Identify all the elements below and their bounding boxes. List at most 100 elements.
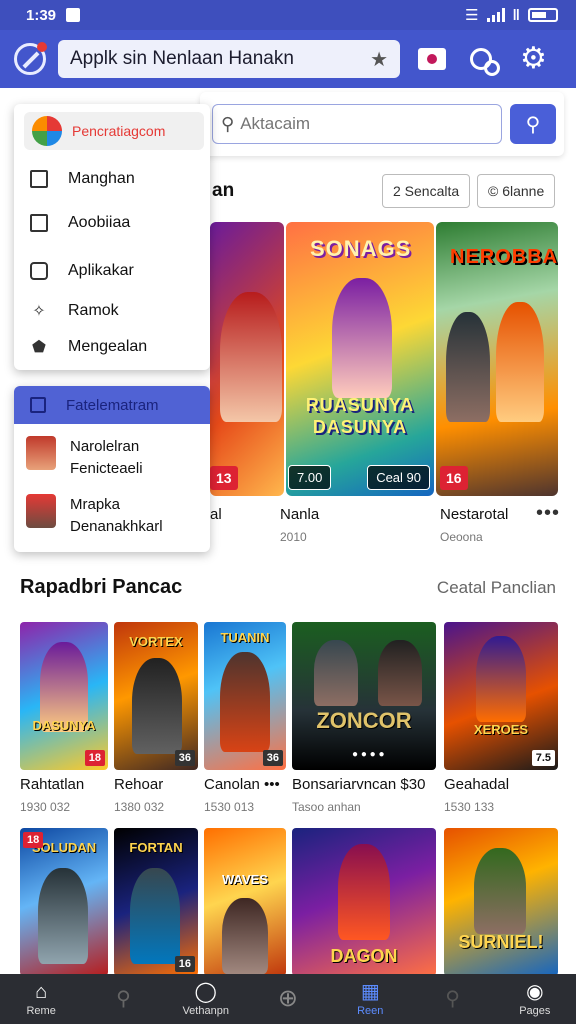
menu-header[interactable]: Pencratiagcom [24, 112, 204, 150]
nav-label: Vethanpn [182, 1005, 229, 1017]
menu-item-label: Aplikakar [68, 262, 134, 279]
banner-character [332, 278, 392, 398]
flag-icon[interactable] [418, 48, 446, 70]
menu2-item-1[interactable]: Narolelran Fenicteaeli [26, 436, 143, 480]
featured-banner-1[interactable]: 13 [210, 222, 284, 496]
title-field[interactable]: Applk sin Nenlaan Hanakn ★ [58, 40, 400, 78]
edit-icon [28, 168, 50, 190]
menu2-item-line1: Narolelran [70, 438, 140, 455]
menu-item-aoobiiaa[interactable]: Aoobiiaa [28, 212, 130, 234]
tile-art-title: DASUNYA [32, 718, 96, 733]
filter-chip-2[interactable]: © 6lanne [477, 174, 556, 208]
game-tile[interactable]: XEROES 7.5 [444, 622, 558, 770]
menu2-item-2[interactable]: Mrapka Denanakhkarl [26, 494, 163, 538]
nav-search[interactable]: ⚲ [83, 988, 163, 1010]
avatar [26, 436, 56, 470]
nav-apps[interactable]: ▦ Reen [330, 981, 410, 1017]
game-tile[interactable]: TUANIN 36 [204, 622, 286, 770]
star-icon[interactable]: ★ [370, 47, 388, 72]
signal-icon [486, 8, 505, 22]
featured-name-2[interactable]: Nanla [280, 506, 319, 523]
tile-name[interactable]: Geahadal [444, 776, 509, 793]
banner-title: NEROBBA [450, 246, 558, 268]
folder-icon [30, 397, 46, 413]
tile-sub: 1530 013 [204, 800, 255, 814]
status-time: 1:39 [26, 6, 57, 24]
nav-label: Reme [26, 1005, 56, 1017]
search-box[interactable]: ⚲ [212, 104, 502, 144]
home-icon: ⌂ [35, 981, 48, 1003]
nav-pages[interactable]: ◉ Pages [495, 981, 575, 1017]
tile-name[interactable]: Rehoar [114, 776, 163, 793]
featured-section-label: an [212, 180, 235, 201]
nav-search-2[interactable]: ⚲ [413, 988, 493, 1010]
status-bar: 1:39 ☰ ‖ [0, 0, 576, 30]
filter-chip-1[interactable]: 2 Sencalta [382, 174, 471, 208]
tile-art-title: VORTEX [129, 634, 183, 649]
tile-sub: 1380 032 [114, 800, 165, 814]
tile-badge: 18 [23, 832, 44, 848]
search-icon: ⚲ [445, 988, 460, 1010]
user-link-icon[interactable] [468, 44, 500, 76]
banner-rating: 7.00 [288, 465, 332, 490]
search-button[interactable]: ⚲ [510, 104, 556, 144]
nav-profile-person[interactable]: ◯ Vethanpn [166, 981, 246, 1017]
battery-icon [528, 8, 558, 22]
game-tile[interactable]: VORTEX 36 [114, 622, 198, 770]
menu-item-ramok[interactable]: ✧ Ramok [28, 300, 119, 322]
game-tile[interactable]: FORTAN 16 [114, 828, 198, 976]
tile-name[interactable]: Canolan ••• [204, 776, 280, 793]
menu-header-label: Pencratiagcom [72, 123, 166, 139]
brand-logo-icon [32, 116, 62, 146]
menu-item-mengealan[interactable]: ⬟ Mengealan [28, 336, 147, 358]
game-tile[interactable]: ZONCOR ● ● ● ● [292, 622, 436, 770]
game-tile[interactable]: SOLUDAN 18 [20, 828, 108, 976]
nav-add[interactable]: ⊕ [248, 985, 328, 1012]
avatar [26, 494, 56, 528]
game-tile[interactable]: DAGON [292, 828, 436, 976]
shield-icon: ⬟ [32, 339, 46, 356]
dropdown-menu: Pencratiagcom Manghan Aoobiiaa Aplikakar… [14, 104, 210, 370]
section-title: Rapadbri Pancac [20, 576, 183, 598]
nav-label: Reen [357, 1005, 384, 1017]
game-tile[interactable]: WAVES [204, 828, 286, 976]
tile-badge: 36 [174, 750, 195, 766]
search-button-icon: ⚲ [525, 113, 541, 136]
person-icon: ◯ [194, 981, 217, 1003]
banner-character [220, 292, 282, 422]
signal-2-icon: ‖ [512, 6, 520, 24]
menu-item-label: Ramok [68, 302, 119, 319]
gear-icon[interactable]: ⚙ [520, 44, 547, 74]
app-icon [28, 260, 50, 282]
checkbox-icon [28, 212, 50, 234]
tile-badge: 18 [84, 750, 105, 766]
game-tile[interactable]: SURNIEL! [444, 828, 558, 976]
menu2-header[interactable]: Fatelematram [14, 386, 210, 424]
search-panel: ⚲ ⚲ [200, 92, 564, 156]
tile-art-title: WAVES [222, 872, 268, 887]
app-logo-icon[interactable] [14, 42, 47, 75]
featured-banner-2[interactable]: SONAGS RUASUNYA DASUNYA 7.00 Ceal 90 [286, 222, 434, 496]
menu-item-aplikakar[interactable]: Aplikakar [28, 260, 134, 282]
menu2-header-label: Fatelematram [66, 396, 159, 414]
menu-item-label: Manghan [68, 170, 135, 187]
featured-name-3[interactable]: Nestarotal [440, 506, 508, 523]
puzzle-icon: ✧ [32, 303, 46, 320]
search-input[interactable] [240, 114, 481, 134]
banner-tag: Ceal 90 [367, 465, 430, 490]
featured-banner-3[interactable]: NEROBBA 16 [436, 222, 558, 496]
see-all-link[interactable]: Ceatal Panclian [437, 578, 556, 598]
game-tile[interactable]: DASUNYA 18 [20, 622, 108, 770]
add-icon: ⊕ [277, 985, 299, 1012]
tile-art-title: XEROES [473, 722, 529, 737]
tile-name[interactable]: Bonsariarvncan $30 [292, 776, 425, 793]
more-options-icon[interactable]: ••• [536, 502, 560, 525]
profile-icon: ◉ [526, 981, 544, 1003]
featured-sub-2: 2010 [280, 530, 307, 544]
tile-art-title: FORTAN [129, 840, 183, 855]
tile-name[interactable]: Rahtatlan [20, 776, 84, 793]
menu-item-label: Aoobiiaa [68, 214, 131, 231]
featured-name-1[interactable]: al [210, 506, 222, 523]
nav-home[interactable]: ⌂ Reme [1, 981, 81, 1017]
menu-item-manghan[interactable]: Manghan [28, 168, 135, 190]
